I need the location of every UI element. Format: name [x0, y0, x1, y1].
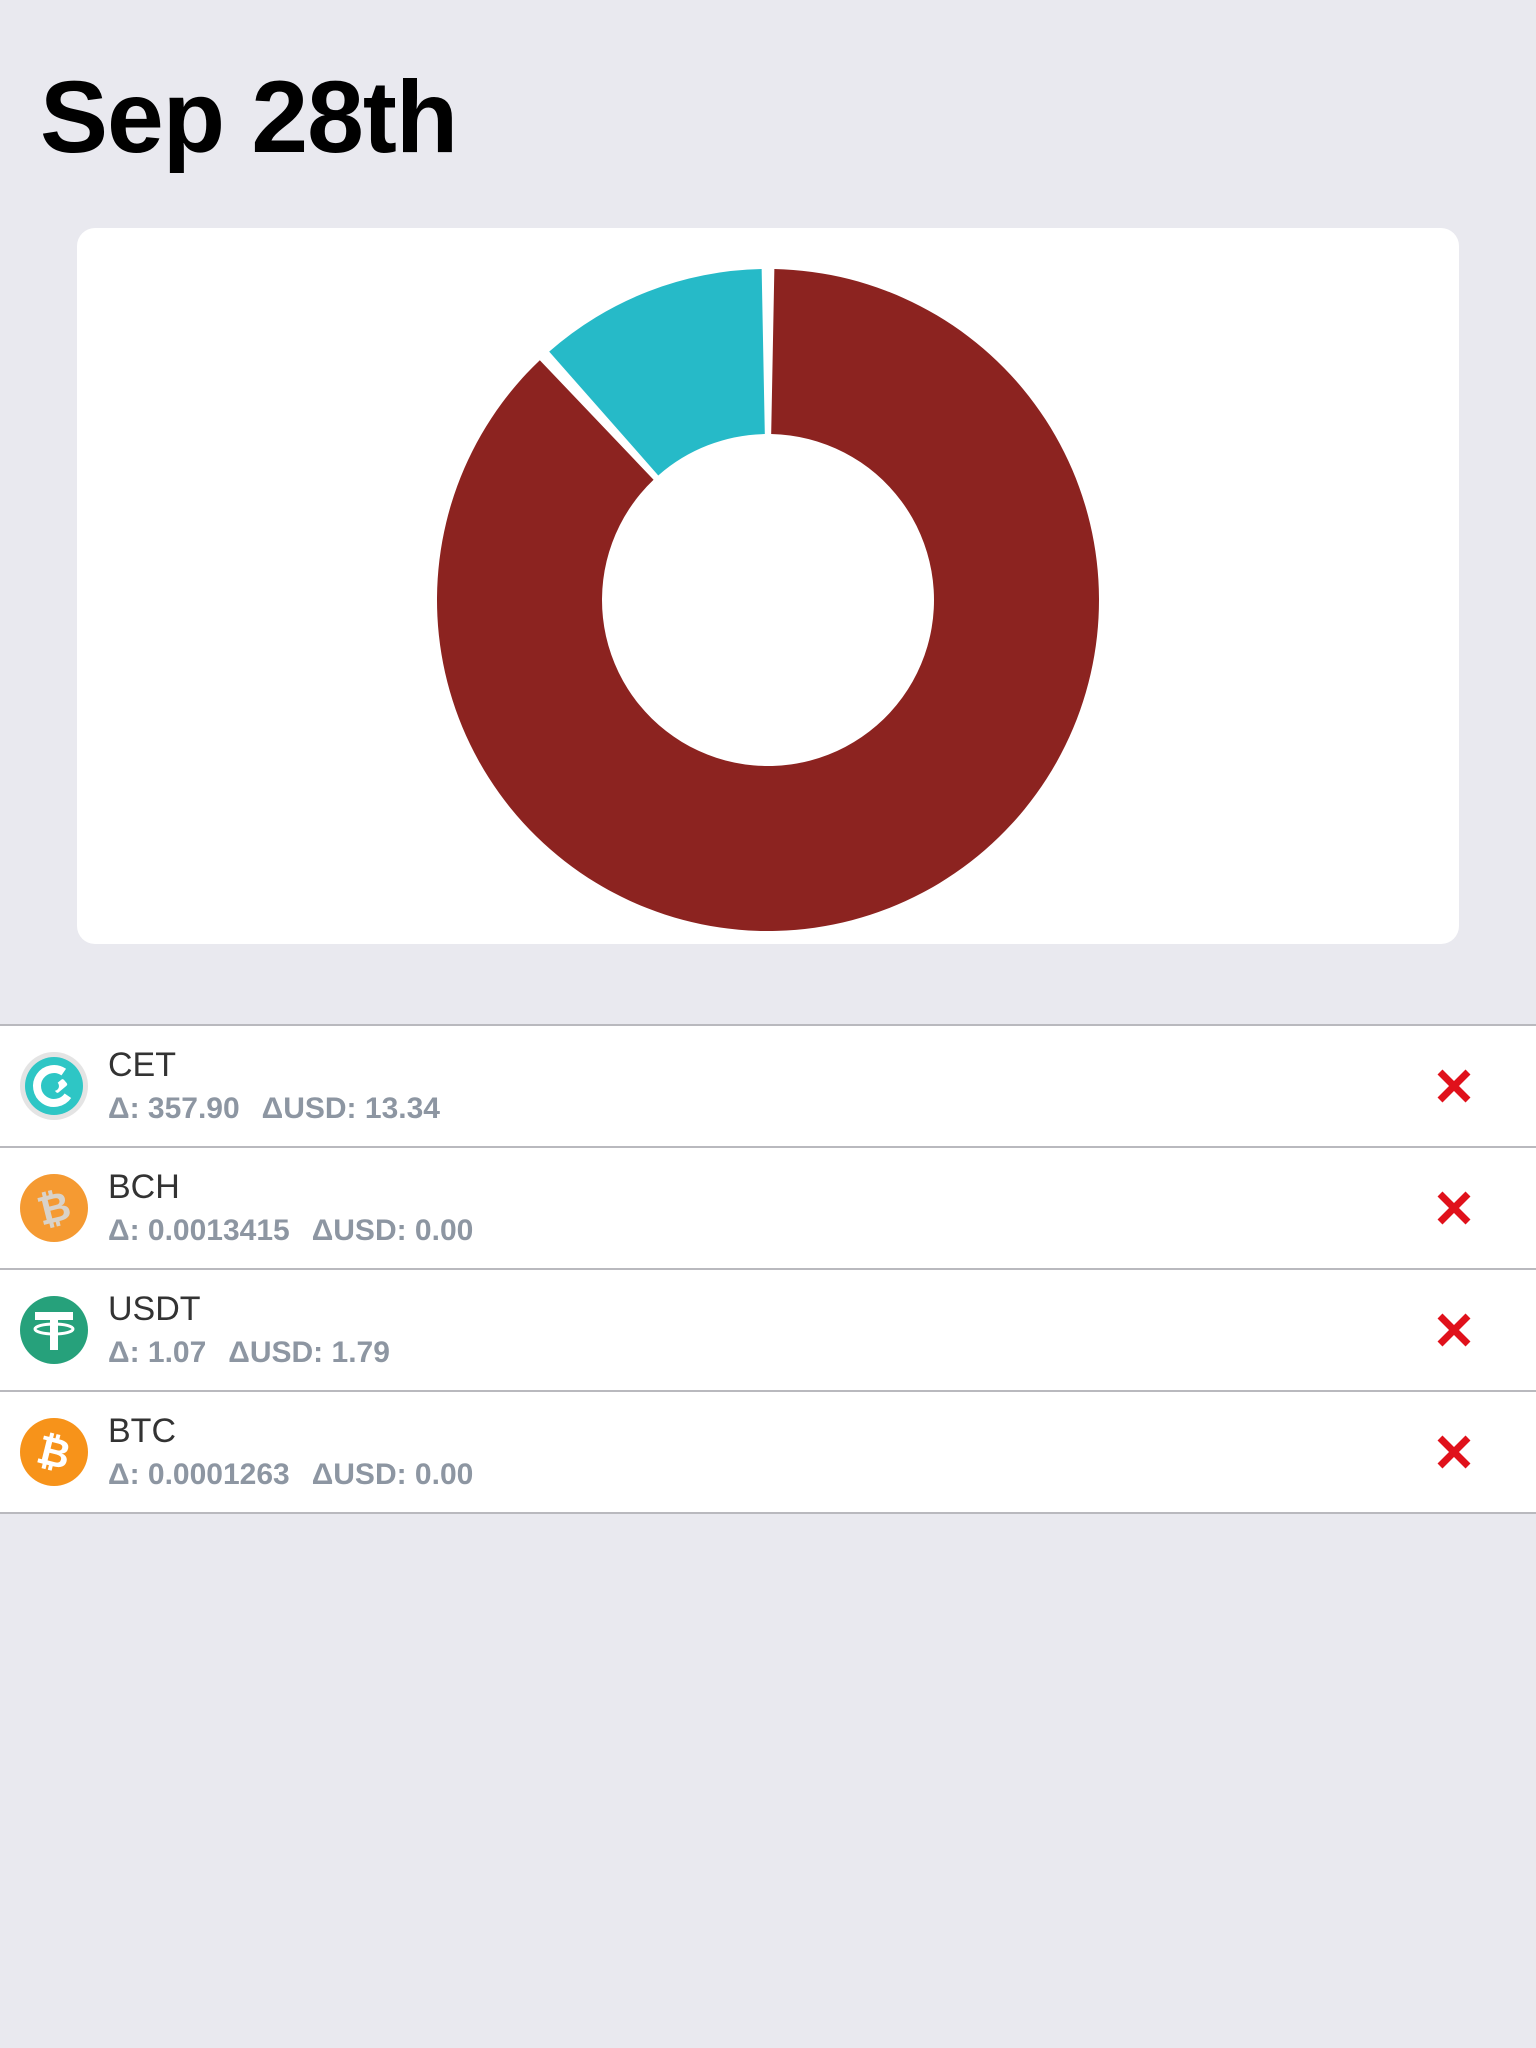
- bitcoin-cash-icon: ₿: [19, 1173, 89, 1243]
- asset-symbol: USDT: [108, 1290, 201, 1328]
- asset-symbol: CET: [108, 1046, 176, 1084]
- delete-button[interactable]: [1430, 1062, 1478, 1110]
- close-icon: [1437, 1435, 1471, 1469]
- delta-usd: ΔUSD: 13.34: [261, 1092, 440, 1125]
- bitcoin-icon: ₿: [19, 1417, 89, 1487]
- page-title: Sep 28th: [40, 60, 458, 174]
- delta-amount: Δ: 0.0013415: [108, 1214, 290, 1247]
- delta-amount: Δ: 0.0001263: [108, 1458, 290, 1491]
- delete-button[interactable]: [1430, 1306, 1478, 1354]
- delta-usd: ΔUSD: 0.00: [311, 1458, 474, 1491]
- list-item[interactable]: USDT Δ: 1.07 ΔUSD: 1.79: [0, 1270, 1536, 1392]
- asset-symbol: BCH: [108, 1168, 180, 1206]
- asset-delta: Δ: 357.90 ΔUSD: 13.34: [108, 1094, 440, 1124]
- delta-amount: Δ: 357.90: [108, 1092, 240, 1125]
- close-icon: [1437, 1191, 1471, 1225]
- asset-delta: Δ: 0.0001263 ΔUSD: 0.00: [108, 1460, 473, 1490]
- delete-button[interactable]: [1430, 1428, 1478, 1476]
- asset-symbol: BTC: [108, 1412, 176, 1450]
- donut-slice-cet: [436, 269, 1099, 931]
- list-item[interactable]: ₿ BCH Δ: 0.0013415 ΔUSD: 0.00: [0, 1148, 1536, 1270]
- delete-button[interactable]: [1430, 1184, 1478, 1232]
- list-item[interactable]: CET Δ: 357.90 ΔUSD: 13.34: [0, 1026, 1536, 1148]
- asset-delta: Δ: 1.07 ΔUSD: 1.79: [108, 1338, 390, 1368]
- chart-card: [77, 228, 1459, 944]
- donut-chart: [436, 269, 1099, 931]
- delta-amount: Δ: 1.07: [108, 1336, 207, 1369]
- delta-usd: ΔUSD: 0.00: [311, 1214, 474, 1247]
- list-item[interactable]: ₿ BTC Δ: 0.0001263 ΔUSD: 0.00: [0, 1392, 1536, 1514]
- close-icon: [1437, 1069, 1471, 1103]
- close-icon: [1437, 1313, 1471, 1347]
- delta-usd: ΔUSD: 1.79: [228, 1336, 390, 1369]
- tether-icon: [19, 1295, 89, 1365]
- asset-list: CET Δ: 357.90 ΔUSD: 13.34 ₿ BCH Δ: 0.0013…: [0, 1024, 1536, 1514]
- asset-delta: Δ: 0.0013415 ΔUSD: 0.00: [108, 1216, 473, 1246]
- coinex-icon: [19, 1051, 89, 1121]
